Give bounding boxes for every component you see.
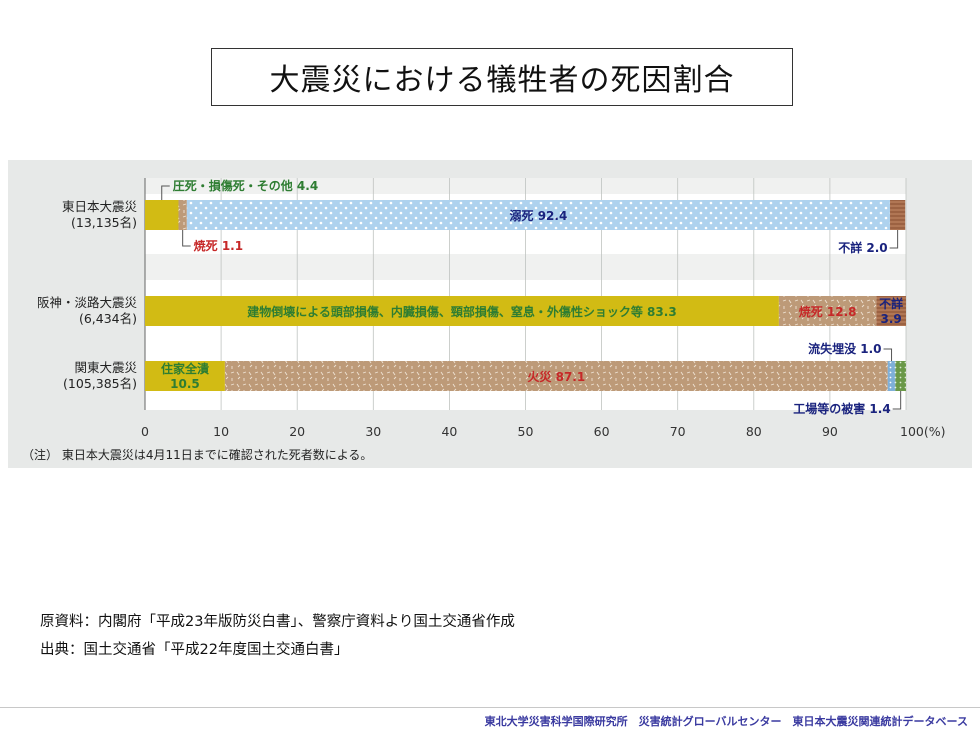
bar-segment-factory [895, 361, 906, 391]
data-label: 建物倒壊による頭部損傷、内臓損傷、頸部損傷、窒息・外傷性ショック等 83.3 [246, 304, 676, 319]
bar-segment-buried [887, 361, 896, 391]
data-label: 不詳 [879, 296, 903, 311]
footer-credit: 東北大学災害科学国際研究所 災害統計グローバルセンター 東日本大震災関連統計デー… [484, 715, 968, 728]
source-line-primary: 原資料：内閣府「平成23年版防災白書」、警察庁資料より国土交通省作成 [40, 614, 515, 630]
bar-segment-fire [178, 200, 187, 230]
bar-segment-unknown [890, 200, 906, 230]
x-tick-label: 100(%) [900, 424, 946, 439]
data-label: 流失埋没 1.0 [808, 341, 881, 356]
data-label: 焼死 12.8 [799, 304, 857, 319]
data-label: 圧死・損傷死・その他 4.4 [173, 178, 318, 193]
x-tick-label: 40 [441, 424, 457, 439]
category-count: (105,385名) [63, 376, 137, 391]
x-tick-label: 0 [141, 424, 149, 439]
x-tick-label: 60 [594, 424, 610, 439]
bar-segment-crush [145, 200, 179, 230]
x-tick-label: 20 [289, 424, 305, 439]
x-tick-label: 90 [822, 424, 838, 439]
data-label: 3.9 [881, 312, 902, 326]
data-label: 工場等の被害 1.4 [793, 401, 890, 416]
data-label: 不詳 2.0 [838, 240, 887, 255]
data-label: 溺死 92.4 [510, 209, 568, 223]
category-count: (6,434名) [79, 311, 137, 326]
x-tick-label: 70 [670, 424, 686, 439]
category-label: 関東大震災 [74, 360, 137, 375]
page-title: 大震災における犠牲者の死因割合 [211, 48, 793, 106]
category-label: 阪神・淡路大震災 [37, 295, 138, 310]
chart-panel: 圧死・損傷死・その他 4.4 焼死 1.1 溺死 92.4 不詳 2.0 建物倒壊による… [8, 160, 972, 468]
data-label: 火災 87.1 [527, 370, 585, 384]
x-tick-label: 50 [518, 424, 534, 439]
source-line-publication: 出典：国土交通省「平成22年度国土交通白書」 [40, 642, 349, 658]
data-label: 10.5 [170, 377, 200, 391]
data-label: 焼死 1.1 [194, 238, 243, 253]
x-tick-label: 10 [213, 424, 229, 439]
chart-note: （注） 東日本大震災は4月11日までに確認された死者数による。 [22, 448, 373, 462]
x-tick-label: 80 [746, 424, 762, 439]
sources-block: 原資料：内閣府「平成23年版防災白書」、警察庁資料より国土交通省作成 出典：国土… [40, 608, 515, 664]
data-label: 住家全潰 [161, 361, 209, 376]
category-count: (13,135名) [71, 215, 137, 230]
stacked-bar-chart: 圧死・損傷死・その他 4.4 焼死 1.1 溺死 92.4 不詳 2.0 建物倒壊による… [37, 178, 946, 439]
footer-divider [0, 707, 980, 708]
x-tick-label: 30 [365, 424, 381, 439]
category-label: 東日本大震災 [62, 199, 138, 214]
